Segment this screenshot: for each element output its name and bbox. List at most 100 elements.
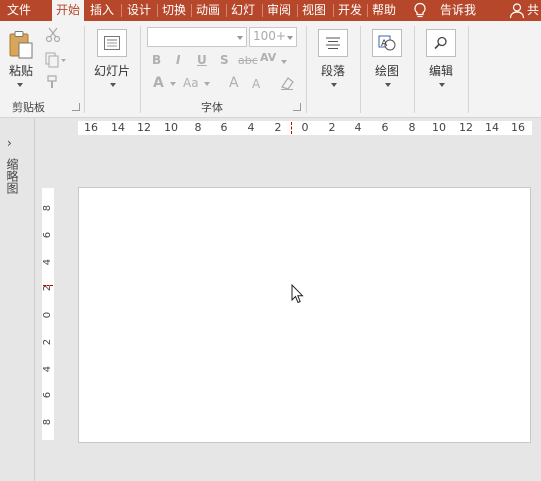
- editing-label[interactable]: 编辑: [429, 62, 453, 79]
- drawing-button[interactable]: A: [372, 29, 402, 57]
- ruler-tick-label: 2: [42, 338, 53, 346]
- tab-divider: [191, 4, 192, 17]
- drawing-dropdown-arrow[interactable]: [385, 83, 391, 87]
- tab-divider: [262, 4, 263, 17]
- font-name-dropdown-arrow[interactable]: [237, 36, 243, 40]
- ruler-tick-label: 4: [354, 121, 362, 134]
- ruler-tick-label: 2: [274, 121, 282, 134]
- group-divider: [84, 26, 85, 113]
- ruler-tick-label: 8: [42, 418, 53, 426]
- ruler-tick-label: 16: [84, 121, 98, 134]
- tab-divider: [297, 4, 298, 17]
- new-slide-dropdown-arrow[interactable]: [110, 83, 116, 87]
- tab-review[interactable]: 审阅: [264, 0, 294, 21]
- ruler-tick-label: 14: [485, 121, 499, 134]
- change-case-dropdown-arrow[interactable]: [204, 82, 210, 86]
- underline-button[interactable]: U: [197, 53, 207, 67]
- group-divider: [306, 26, 307, 113]
- horizontal-ruler: 16 14 12 10 8 6 4 2 0 2 4 6 8 10 12 14 1…: [78, 121, 532, 135]
- shrink-font-button[interactable]: A: [252, 77, 260, 91]
- mouse-pointer-icon: [291, 284, 304, 304]
- bold-button[interactable]: B: [152, 53, 161, 67]
- italic-button[interactable]: I: [176, 53, 180, 67]
- cut-icon[interactable]: [45, 27, 61, 43]
- ruler-tick-label: 10: [164, 121, 178, 134]
- grow-font-button[interactable]: A: [229, 75, 239, 91]
- paragraph-dropdown-arrow[interactable]: [331, 83, 337, 87]
- slide-layout-icon: [104, 36, 120, 50]
- font-dialog-launcher[interactable]: [293, 103, 301, 111]
- tab-animations[interactable]: 动画: [193, 0, 223, 21]
- slide-canvas[interactable]: [78, 187, 531, 443]
- group-divider: [360, 26, 361, 113]
- ruler-tick-label: 8: [194, 121, 202, 134]
- paste-label[interactable]: 粘贴: [9, 62, 33, 79]
- ruler-tick-label: 8: [42, 204, 53, 212]
- tab-slideshow[interactable]: 幻灯: [228, 0, 258, 21]
- thumbnail-pane: › 缩略图: [0, 118, 35, 481]
- paragraph-button[interactable]: [318, 29, 348, 57]
- tab-divider: [367, 4, 368, 17]
- ruler-tick-label: 14: [111, 121, 125, 134]
- share-button[interactable]: 共: [527, 0, 539, 20]
- character-spacing-dropdown-arrow[interactable]: [281, 60, 287, 64]
- editing-dropdown-arrow[interactable]: [439, 83, 445, 87]
- vertical-ruler: 8 6 4 2 0 2 4 6 8: [42, 188, 54, 440]
- tab-developer[interactable]: 开发: [335, 0, 365, 21]
- font-size-combobox[interactable]: 100+: [249, 27, 297, 47]
- font-size-dropdown-arrow[interactable]: [287, 36, 293, 40]
- shadow-button[interactable]: S: [220, 53, 229, 67]
- drawing-label[interactable]: 绘图: [375, 62, 399, 79]
- copy-icon[interactable]: [45, 52, 67, 68]
- ruler-tick-label: 0: [42, 311, 53, 319]
- tab-divider: [121, 4, 122, 17]
- tell-me-search[interactable]: 告诉我: [440, 0, 476, 20]
- change-case-button[interactable]: Aa: [183, 76, 199, 90]
- strikethrough-button[interactable]: abc: [238, 54, 258, 67]
- paragraph-align-icon: [326, 37, 340, 49]
- editing-button[interactable]: [426, 29, 456, 57]
- expand-pane-chevron-icon[interactable]: ›: [7, 136, 12, 150]
- paragraph-label[interactable]: 段落: [321, 62, 345, 79]
- tab-file[interactable]: 文件: [4, 0, 34, 21]
- font-size-value: 100+: [253, 29, 286, 43]
- group-divider: [468, 26, 469, 113]
- clear-formatting-icon[interactable]: [279, 75, 295, 91]
- ruler-tick-label: 10: [432, 121, 446, 134]
- tab-insert[interactable]: 插入: [87, 0, 117, 21]
- tab-divider: [333, 4, 334, 17]
- font-name-combobox[interactable]: [147, 27, 247, 47]
- new-slide-button[interactable]: [97, 29, 127, 57]
- character-spacing-button[interactable]: AV: [260, 51, 276, 64]
- ruler-tick-label: 4: [42, 258, 53, 266]
- clipboard-dialog-launcher[interactable]: [72, 103, 80, 111]
- tab-view[interactable]: 视图: [299, 0, 329, 21]
- tab-help[interactable]: 帮助: [369, 0, 399, 21]
- ruler-tick-label: 12: [137, 121, 151, 134]
- group-divider: [140, 26, 141, 113]
- font-group-label: 字体: [201, 101, 223, 114]
- tab-home[interactable]: 开始: [52, 0, 84, 21]
- tab-divider: [226, 4, 227, 17]
- ruler-tick-label: 12: [459, 121, 473, 134]
- thumbnail-pane-label[interactable]: 缩略图: [4, 158, 20, 194]
- find-magnifier-icon: [434, 36, 447, 50]
- paste-icon[interactable]: [8, 30, 34, 60]
- format-painter-icon[interactable]: [45, 74, 61, 90]
- font-color-button[interactable]: A: [153, 75, 164, 91]
- font-color-dropdown-arrow[interactable]: [170, 82, 176, 86]
- paste-dropdown-arrow[interactable]: [17, 83, 23, 87]
- svg-text:A: A: [381, 39, 388, 49]
- tab-design[interactable]: 设计: [124, 0, 154, 21]
- ruler-tick-label: 0: [301, 121, 309, 134]
- lightbulb-icon[interactable]: [412, 2, 428, 19]
- ruler-tick-label: 6: [42, 391, 53, 399]
- ruler-tick-label: 2: [42, 284, 53, 292]
- ruler-tick-label: 16: [511, 121, 525, 134]
- tab-transitions[interactable]: 切换: [159, 0, 189, 21]
- ruler-cursor-marker: [291, 122, 292, 134]
- ruler-tick-label: 4: [247, 121, 255, 134]
- ruler-tick-label: 6: [381, 121, 389, 134]
- new-slide-label[interactable]: 幻灯片: [94, 62, 130, 79]
- user-icon[interactable]: [509, 2, 525, 19]
